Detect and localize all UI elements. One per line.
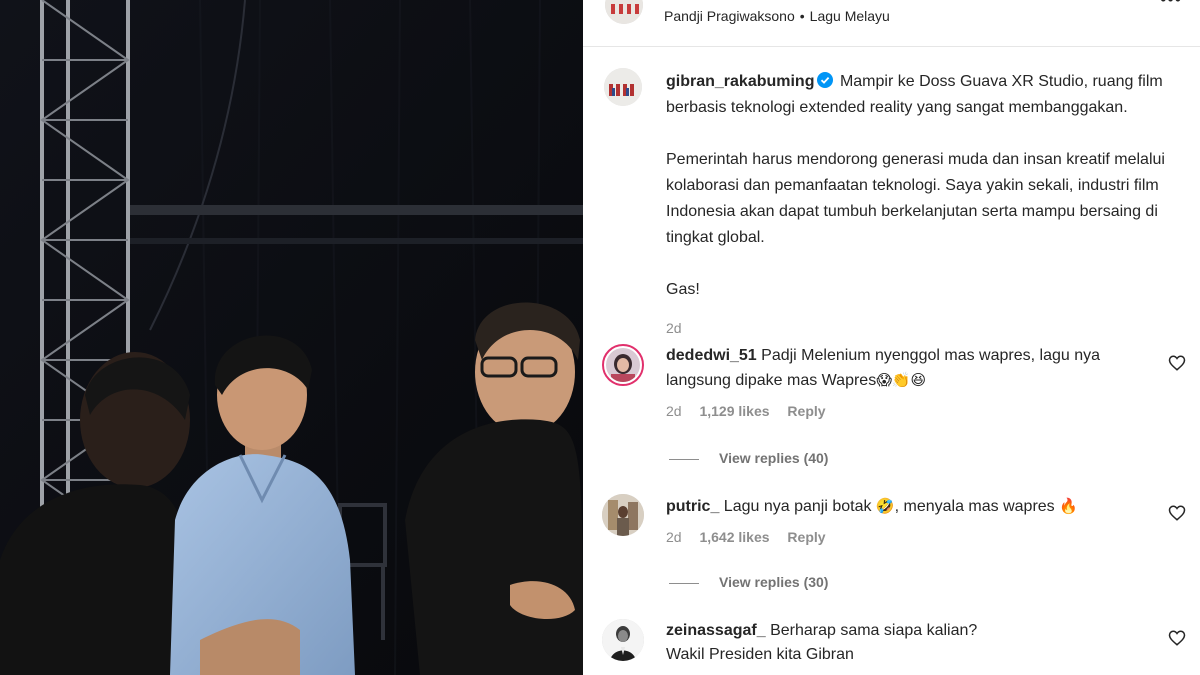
comment-text: Lagu nya panji botak [723,498,872,515]
comment-actions: 2d 1,129 likes Reply [666,399,1136,423]
view-replies-divider [669,582,699,584]
reply-button[interactable]: Reply [787,529,825,545]
post-details-panel: Pandji Pragiwaksono•Lagu Melayu ••• gibr… [583,0,1200,675]
comment-actions: 2d 1,642 likes Reply [666,525,1136,549]
view-replies-button[interactable]: View replies (30) [669,574,828,590]
post-header: Pandji Pragiwaksono•Lagu Melayu ••• [583,0,1200,47]
comment-body: dededwi_51 Padji Melenium nyenggol mas w… [666,344,1136,423]
caption-author-avatar[interactable] [604,68,642,106]
rofl-emoji: 🤣 [875,497,895,515]
more-options-icon[interactable]: ••• [1160,0,1182,8]
post-media-video[interactable] [0,0,583,675]
comment-body: zeinassagaf_ Berharap sama siapa kalian?… [666,619,1136,667]
comment-username[interactable]: zeinassagaf_ [666,622,766,639]
heart-outline-icon[interactable] [1168,354,1186,372]
caption-body: gibran_rakabuming Mampir ke Doss Guava X… [666,69,1186,341]
comment-text-line-2: Wakil Presiden kita Gibran [666,646,854,663]
comment-text-continued: , menyala mas wapres [894,498,1055,515]
view-replies-label: View replies (40) [719,450,829,466]
comment-likes[interactable]: 1,129 likes [699,403,769,419]
reply-button[interactable]: Reply [787,403,825,419]
view-replies-label: View replies (30) [719,574,829,590]
commenter-avatar[interactable] [602,344,644,386]
fire-emoji: 🔥 [1059,497,1078,515]
comment-time[interactable]: 2d [666,403,682,419]
comment-text: Berharap sama siapa kalian? [770,622,978,639]
post-audio-name[interactable]: Lagu Melayu [810,8,890,24]
post-header-meta: Pandji Pragiwaksono • Lagu Melayu [664,8,890,24]
heart-outline-icon[interactable] [1168,629,1186,647]
verified-badge-icon [817,72,834,88]
comment-username[interactable]: dededwi_51 [666,347,757,364]
comment-emoji: 😱👏😆 [876,371,927,389]
caption-paragraph-3: Gas! [666,281,700,298]
comment-likes[interactable]: 1,642 likes [699,529,769,545]
commenter-avatar[interactable] [602,619,644,661]
comment-time[interactable]: 2d [666,529,682,545]
caption-timestamp[interactable]: 2d [666,315,1186,341]
comment-body: putric_ Lagu nya panji botak 🤣, menyala … [666,494,1136,549]
caption-paragraph-2: Pemerintah harus mendorong generasi muda… [666,151,1165,246]
view-replies-button[interactable]: View replies (40) [669,450,828,466]
view-replies-divider [669,458,699,460]
video-frame-illustration [0,0,583,675]
commenter-avatar[interactable] [602,494,644,536]
caption-username[interactable]: gibran_rakabuming [666,73,814,90]
post-author-avatar[interactable] [605,0,643,24]
comment-username[interactable]: putric_ [666,498,719,515]
heart-outline-icon[interactable] [1168,504,1186,522]
post-author-name[interactable]: Pandji Pragiwaksono [664,8,795,24]
